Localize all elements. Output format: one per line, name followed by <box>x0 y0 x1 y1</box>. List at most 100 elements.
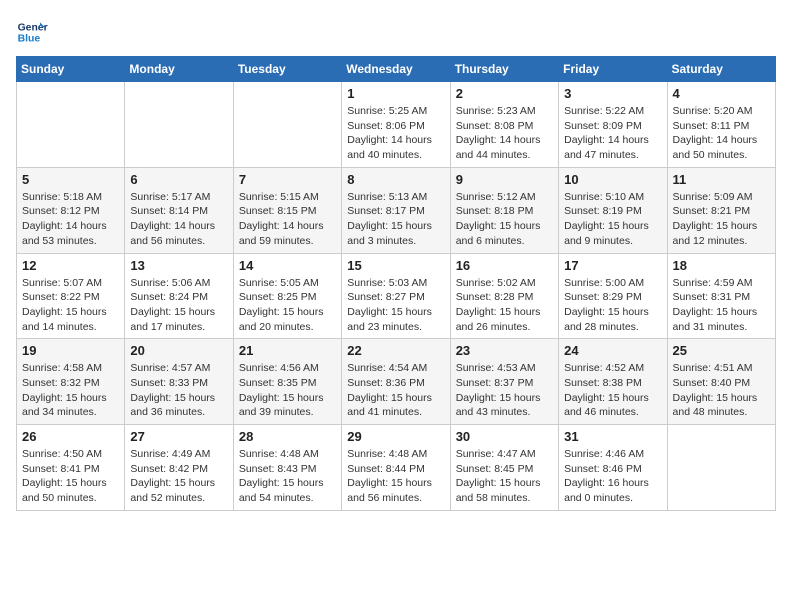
weekday-header-tuesday: Tuesday <box>233 57 341 82</box>
calendar-cell: 7Sunrise: 5:15 AMSunset: 8:15 PMDaylight… <box>233 167 341 253</box>
weekday-header-sunday: Sunday <box>17 57 125 82</box>
calendar-cell: 10 Sunrise: 5:10 AMSunset: 8:19 PMDayligh… <box>559 167 667 253</box>
calendar-cell: 28Sunrise: 4:48 AMSunset: 8:43 PMDayligh… <box>233 425 341 511</box>
day-info: Sunrise: 4:48 AMSunset: 8:44 PMDaylight:… <box>347 447 444 506</box>
day-info: Sunrise: 5:12 AMSunset: 8:18 PMDaylight:… <box>456 190 553 249</box>
day-number: 15 <box>347 258 444 273</box>
day-number: 23 <box>456 343 553 358</box>
day-number: 2 <box>456 86 553 101</box>
day-info: Sunrise: 4:54 AMSunset: 8:36 PMDaylight:… <box>347 361 444 420</box>
calendar-cell: 26 Sunrise: 4:50 AMSunset: 8:41 PMDayligh… <box>17 425 125 511</box>
day-number: 28 <box>239 429 336 444</box>
day-number: 14 <box>239 258 336 273</box>
calendar-cell: 3 Sunrise: 5:22 AMSunset: 8:09 PMDaylight… <box>559 82 667 168</box>
day-info: Sunrise: 4:50 AMSunset: 8:41 PMDaylight:… <box>22 447 119 506</box>
calendar-week-row: 26 Sunrise: 4:50 AMSunset: 8:41 PMDayligh… <box>17 425 776 511</box>
weekday-header-saturday: Saturday <box>667 57 775 82</box>
calendar-cell: 16 Sunrise: 5:02 AMSunset: 8:28 PMDayligh… <box>450 253 558 339</box>
day-number: 26 <box>22 429 119 444</box>
calendar-cell: 20Sunrise: 4:57 AMSunset: 8:33 PMDayligh… <box>125 339 233 425</box>
day-number: 6 <box>130 172 227 187</box>
calendar-week-row: 12 Sunrise: 5:07 AMSunset: 8:22 PMDayligh… <box>17 253 776 339</box>
day-info: Sunrise: 5:07 AMSunset: 8:22 PMDaylight:… <box>22 276 119 335</box>
calendar-cell: 27 Sunrise: 4:49 AMSunset: 8:42 PMDayligh… <box>125 425 233 511</box>
day-number: 16 <box>456 258 553 273</box>
calendar-cell: 14 Sunrise: 5:05 AMSunset: 8:25 PMDayligh… <box>233 253 341 339</box>
calendar-cell: 4 Sunrise: 5:20 AMSunset: 8:11 PMDaylight… <box>667 82 775 168</box>
day-info: Sunrise: 5:20 AMSunset: 8:11 PMDaylight:… <box>673 104 770 163</box>
day-number: 5 <box>22 172 119 187</box>
calendar-cell: 9 Sunrise: 5:12 AMSunset: 8:18 PMDaylight… <box>450 167 558 253</box>
day-info: Sunrise: 4:52 AMSunset: 8:38 PMDaylight:… <box>564 361 661 420</box>
day-info: Sunrise: 4:47 AMSunset: 8:45 PMDaylight:… <box>456 447 553 506</box>
day-number: 27 <box>130 429 227 444</box>
logo-icon: General Blue <box>16 16 48 48</box>
day-number: 17 <box>564 258 661 273</box>
day-info: Sunrise: 5:10 AMSunset: 8:19 PMDaylight:… <box>564 190 661 249</box>
day-info: Sunrise: 4:58 AMSunset: 8:32 PMDaylight:… <box>22 361 119 420</box>
day-info: Sunrise: 5:25 AMSunset: 8:06 PMDaylight:… <box>347 104 444 163</box>
day-number: 22 <box>347 343 444 358</box>
calendar-cell <box>125 82 233 168</box>
day-info: Sunrise: 5:02 AMSunset: 8:28 PMDaylight:… <box>456 276 553 335</box>
logo: General Blue <box>16 16 52 48</box>
calendar-cell: 15Sunrise: 5:03 AMSunset: 8:27 PMDayligh… <box>342 253 450 339</box>
day-info: Sunrise: 5:13 AMSunset: 8:17 PMDaylight:… <box>347 190 444 249</box>
calendar-cell: 24 Sunrise: 4:52 AMSunset: 8:38 PMDayligh… <box>559 339 667 425</box>
calendar-table: SundayMondayTuesdayWednesdayThursdayFrid… <box>16 56 776 511</box>
weekday-header-monday: Monday <box>125 57 233 82</box>
weekday-header-row: SundayMondayTuesdayWednesdayThursdayFrid… <box>17 57 776 82</box>
calendar-cell: 25 Sunrise: 4:51 AMSunset: 8:40 PMDayligh… <box>667 339 775 425</box>
calendar-cell: 12 Sunrise: 5:07 AMSunset: 8:22 PMDayligh… <box>17 253 125 339</box>
calendar-cell <box>667 425 775 511</box>
calendar-cell: 19 Sunrise: 4:58 AMSunset: 8:32 PMDayligh… <box>17 339 125 425</box>
day-info: Sunrise: 5:22 AMSunset: 8:09 PMDaylight:… <box>564 104 661 163</box>
day-number: 3 <box>564 86 661 101</box>
day-number: 19 <box>22 343 119 358</box>
page-header: General Blue <box>16 16 776 48</box>
day-info: Sunrise: 4:49 AMSunset: 8:42 PMDaylight:… <box>130 447 227 506</box>
calendar-cell: 11 Sunrise: 5:09 AMSunset: 8:21 PMDayligh… <box>667 167 775 253</box>
calendar-cell: 8 Sunrise: 5:13 AMSunset: 8:17 PMDaylight… <box>342 167 450 253</box>
day-number: 1 <box>347 86 444 101</box>
day-number: 31 <box>564 429 661 444</box>
svg-text:Blue: Blue <box>18 34 41 45</box>
day-number: 20 <box>130 343 227 358</box>
day-number: 4 <box>673 86 770 101</box>
calendar-cell: 31 Sunrise: 4:46 AMSunset: 8:46 PMDayligh… <box>559 425 667 511</box>
calendar-cell: 13 Sunrise: 5:06 AMSunset: 8:24 PMDayligh… <box>125 253 233 339</box>
day-number: 29 <box>347 429 444 444</box>
calendar-week-row: 19 Sunrise: 4:58 AMSunset: 8:32 PMDayligh… <box>17 339 776 425</box>
calendar-cell <box>17 82 125 168</box>
calendar-cell: 1 Sunrise: 5:25 AMSunset: 8:06 PMDaylight… <box>342 82 450 168</box>
day-info: Sunrise: 5:23 AMSunset: 8:08 PMDaylight:… <box>456 104 553 163</box>
day-number: 8 <box>347 172 444 187</box>
day-number: 13 <box>130 258 227 273</box>
day-number: 11 <box>673 172 770 187</box>
day-info: Sunrise: 5:17 AMSunset: 8:14 PMDaylight:… <box>130 190 227 249</box>
calendar-cell <box>233 82 341 168</box>
calendar-cell: 29 Sunrise: 4:48 AMSunset: 8:44 PMDayligh… <box>342 425 450 511</box>
day-info: Sunrise: 4:51 AMSunset: 8:40 PMDaylight:… <box>673 361 770 420</box>
day-number: 12 <box>22 258 119 273</box>
day-info: Sunrise: 5:06 AMSunset: 8:24 PMDaylight:… <box>130 276 227 335</box>
day-info: Sunrise: 4:46 AMSunset: 8:46 PMDaylight:… <box>564 447 661 506</box>
day-number: 9 <box>456 172 553 187</box>
day-number: 25 <box>673 343 770 358</box>
weekday-header-thursday: Thursday <box>450 57 558 82</box>
calendar-cell: 30 Sunrise: 4:47 AMSunset: 8:45 PMDayligh… <box>450 425 558 511</box>
calendar-cell: 6 Sunrise: 5:17 AMSunset: 8:14 PMDaylight… <box>125 167 233 253</box>
calendar-cell: 21Sunrise: 4:56 AMSunset: 8:35 PMDayligh… <box>233 339 341 425</box>
day-number: 30 <box>456 429 553 444</box>
day-info: Sunrise: 4:56 AMSunset: 8:35 PMDaylight:… <box>239 361 336 420</box>
calendar-cell: 22 Sunrise: 4:54 AMSunset: 8:36 PMDayligh… <box>342 339 450 425</box>
day-number: 18 <box>673 258 770 273</box>
day-info: Sunrise: 4:53 AMSunset: 8:37 PMDaylight:… <box>456 361 553 420</box>
day-number: 10 <box>564 172 661 187</box>
calendar-cell: 18Sunrise: 4:59 AMSunset: 8:31 PMDayligh… <box>667 253 775 339</box>
day-number: 24 <box>564 343 661 358</box>
day-info: Sunrise: 5:09 AMSunset: 8:21 PMDaylight:… <box>673 190 770 249</box>
svg-text:General: General <box>18 22 48 33</box>
calendar-cell: 23 Sunrise: 4:53 AMSunset: 8:37 PMDayligh… <box>450 339 558 425</box>
day-info: Sunrise: 5:05 AMSunset: 8:25 PMDaylight:… <box>239 276 336 335</box>
